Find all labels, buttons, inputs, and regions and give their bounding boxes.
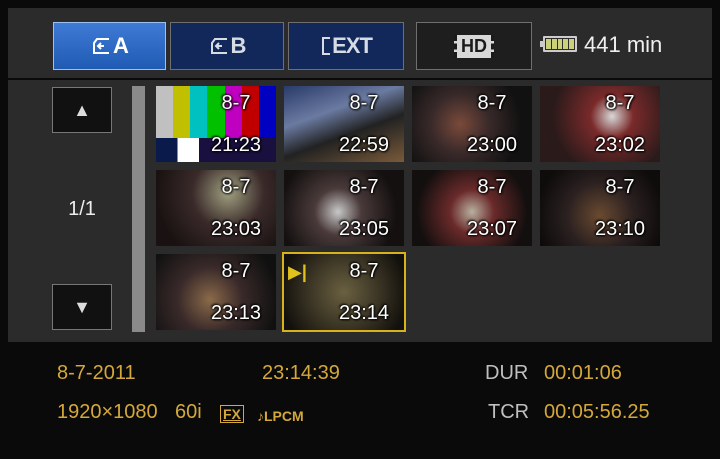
clip-thumbnail[interactable]: 8-7 22:59 [284,86,404,162]
thumbnail-time: 23:14 [338,302,390,324]
thumbnail-date: 8-7 [349,92,379,114]
thumbnail-panel: ▲ 1/1 ▼ 8-7 21:23 8-7 22:59 8-7 23:00 8-7 23:02… [8,80,712,342]
clip-thumbnail[interactable]: 8-7 21:23 [156,86,276,162]
thumbnail-time: 23:07 [466,218,518,240]
remaining-time: 441 min [584,32,663,57]
clip-thumbnail[interactable]: 8-7 23:13 [156,254,276,330]
timecode-value: 00:05:56.25 [544,401,650,423]
thumbnail-date: 8-7 [477,92,507,114]
page-down-button[interactable]: ▼ [52,284,112,330]
clip-thumbnail[interactable]: 8-7 23:00 [412,86,532,162]
resolution: 1920×1080 [57,401,158,423]
tab-card-a-label: A [113,33,129,58]
tab-card-a[interactable]: A [53,22,166,70]
hd-film-icon: HD [454,34,494,58]
tab-card-b-label: B [230,33,247,58]
thumbnail-date: 8-7 [221,176,251,198]
clip-thumbnail[interactable]: 8-7 23:07 [412,170,532,246]
battery-icon [540,36,577,52]
thumbnail-time: 23:10 [594,218,646,240]
recording-time: 23:14:39 [262,362,340,384]
tab-external-label: EXT [332,33,373,58]
timecode-label: TCR [488,401,530,423]
thumbnail-date: 8-7 [221,92,251,114]
recording-mode-badge: FX [220,405,244,423]
thumbnail-time: 21:23 [210,134,262,156]
thumbnail-date: 8-7 [605,176,635,198]
thumbnail-time: 23:02 [594,134,646,156]
scrollbar[interactable] [132,86,145,332]
thumbnail-date: 8-7 [349,176,379,198]
recording-date: 8-7-2011 [57,362,136,384]
media-tab-bar: A B EXT HD 441 min [8,8,712,78]
thumbnail-time: 23:03 [210,218,262,240]
tab-card-b[interactable]: B [170,22,284,70]
audio-format: ♪LPCM [257,408,304,424]
tab-external[interactable]: EXT [288,22,404,70]
thumbnail-time: 23:00 [466,134,518,156]
clip-thumbnail[interactable]: 8-7 23:02 [540,86,660,162]
thumbnail-date: 8-7 [477,176,507,198]
thumbnail-time: 22:59 [338,134,390,156]
thumbnail-date: 8-7 [349,260,379,282]
clip-thumbnail[interactable]: 8-7 23:03 [156,170,276,246]
duration-value: 00:01:06 [544,362,622,384]
tab-hd[interactable]: HD [416,22,532,70]
external-drive-icon [322,37,331,55]
clip-thumbnail-selected[interactable]: ▶| 8-7 23:14 [282,252,406,332]
camcorder-index-screen: A B EXT HD 441 min ▲ 1/1 ▼ 8-7 21:23 8-7 22… [0,0,720,459]
play-marker-icon: ▶| [288,262,307,282]
thumbnail-time: 23:05 [338,218,390,240]
duration-label: DUR [485,362,529,384]
thumbnail-time: 23:13 [210,302,262,324]
clip-thumbnail[interactable]: 8-7 23:05 [284,170,404,246]
clip-thumbnail[interactable]: 8-7 23:10 [540,170,660,246]
card-slot-b-icon [210,38,227,54]
card-slot-a-icon [93,38,110,54]
page-up-button[interactable]: ▲ [52,87,112,133]
frame-rate: 60i [175,401,202,423]
thumbnail-date: 8-7 [221,260,251,282]
thumbnail-date: 8-7 [605,92,635,114]
page-counter: 1/1 [68,198,96,220]
